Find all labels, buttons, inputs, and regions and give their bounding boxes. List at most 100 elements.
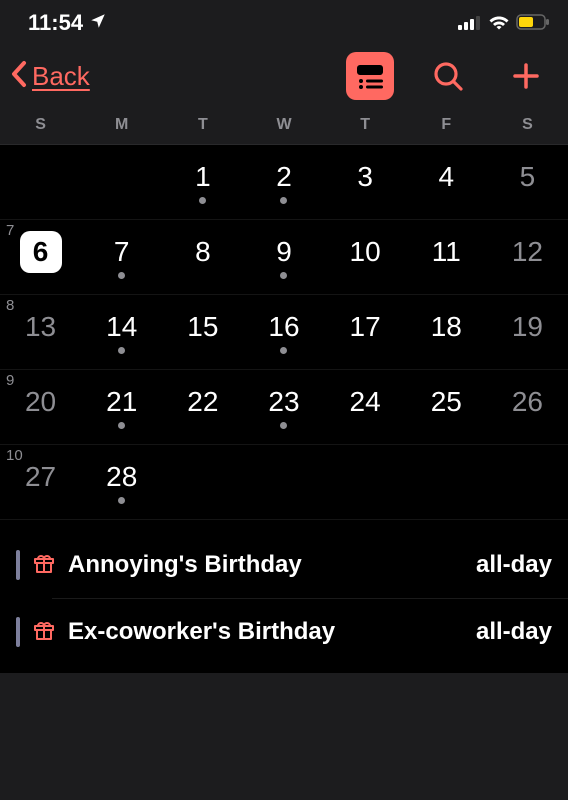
day-number: 13 — [25, 313, 56, 341]
weekday-label: T — [325, 116, 406, 134]
week-row: 813141516171819 — [0, 295, 568, 370]
weekday-label: T — [162, 116, 243, 134]
day-number: 9 — [276, 238, 292, 266]
event-item[interactable]: Annoying's Birthday all-day — [0, 532, 568, 598]
event-dot-icon — [280, 347, 287, 354]
day-cell[interactable]: 23 — [243, 370, 324, 444]
day-cell[interactable]: 15 — [162, 295, 243, 369]
wifi-icon — [488, 10, 510, 36]
cellular-icon — [458, 10, 482, 36]
day-number: 5 — [520, 163, 536, 191]
day-cell[interactable]: 12 — [487, 220, 568, 294]
week-row: 920212223242526 — [0, 370, 568, 445]
day-cell[interactable]: 21 — [81, 370, 162, 444]
add-button[interactable] — [502, 52, 550, 100]
week-row: 76789101112 — [0, 220, 568, 295]
weekday-label: M — [81, 116, 162, 134]
day-cell[interactable]: 24 — [325, 370, 406, 444]
day-cell[interactable]: 4 — [406, 145, 487, 219]
day-number: 20 — [25, 388, 56, 416]
event-dot-icon — [118, 422, 125, 429]
day-number: 11 — [432, 238, 461, 266]
day-cell[interactable]: 11 — [406, 220, 487, 294]
day-cell — [243, 445, 324, 519]
search-button[interactable] — [424, 52, 472, 100]
nav-right — [346, 52, 550, 100]
day-cell — [162, 445, 243, 519]
day-cell — [0, 145, 81, 219]
event-time: all-day — [476, 551, 552, 579]
event-time: all-day — [476, 618, 552, 646]
events-list: Annoying's Birthdayall-dayEx-coworker's … — [0, 524, 568, 673]
list-view-button[interactable] — [346, 52, 394, 100]
chevron-left-icon — [10, 59, 28, 94]
day-cell[interactable]: 3 — [325, 145, 406, 219]
back-button[interactable]: Back — [10, 59, 90, 94]
day-cell[interactable]: 17 — [325, 295, 406, 369]
day-number: 28 — [106, 463, 137, 491]
day-cell[interactable]: 1 — [162, 145, 243, 219]
day-cell[interactable]: 28 — [81, 445, 162, 519]
day-cell — [81, 145, 162, 219]
day-cell[interactable]: 16 — [243, 295, 324, 369]
status-right — [458, 10, 550, 36]
day-cell[interactable]: 14 — [81, 295, 162, 369]
weekday-label: S — [487, 116, 568, 134]
week-row: 1 2 3 4 5 — [0, 145, 568, 220]
week-row: 102728 — [0, 445, 568, 520]
back-label: Back — [32, 61, 90, 92]
day-number-today: 6 — [20, 231, 62, 273]
status-time: 11:54 — [28, 10, 83, 36]
gift-icon — [32, 551, 56, 580]
day-cell[interactable]: 26 — [487, 370, 568, 444]
gift-icon — [32, 618, 56, 647]
event-title: Annoying's Birthday — [68, 551, 464, 579]
day-cell — [487, 445, 568, 519]
weekday-label: S — [0, 116, 81, 134]
day-cell[interactable]: 7 — [81, 220, 162, 294]
weekday-header: S M T W T F S — [0, 110, 568, 145]
event-color-bar — [16, 617, 20, 647]
day-cell[interactable]: 6 — [0, 220, 81, 294]
event-dot-icon — [280, 197, 287, 204]
day-number: 1 — [195, 163, 211, 191]
day-number: 4 — [438, 163, 454, 191]
day-number: 25 — [431, 388, 462, 416]
day-cell[interactable]: 10 — [325, 220, 406, 294]
day-number: 27 — [25, 463, 56, 491]
day-cell — [406, 445, 487, 519]
day-number: 2 — [276, 163, 292, 191]
day-number: 23 — [268, 388, 299, 416]
day-cell[interactable]: 5 — [487, 145, 568, 219]
day-cell[interactable]: 9 — [243, 220, 324, 294]
day-cell[interactable]: 27 — [0, 445, 81, 519]
day-cell — [325, 445, 406, 519]
day-number: 12 — [512, 238, 543, 266]
day-cell[interactable]: 22 — [162, 370, 243, 444]
day-cell[interactable]: 2 — [243, 145, 324, 219]
weekday-label: F — [406, 116, 487, 134]
day-cell[interactable]: 18 — [406, 295, 487, 369]
day-number: 15 — [187, 313, 218, 341]
day-number: 14 — [106, 313, 137, 341]
weekday-label: W — [243, 116, 324, 134]
day-number: 10 — [350, 238, 381, 266]
event-item[interactable]: Ex-coworker's Birthday all-day — [0, 599, 568, 665]
day-number: 17 — [350, 313, 381, 341]
event-dot-icon — [118, 272, 125, 279]
day-cell[interactable]: 25 — [406, 370, 487, 444]
day-cell[interactable]: 8 — [162, 220, 243, 294]
day-number: 18 — [431, 313, 462, 341]
status-bar: 11:54 — [0, 0, 568, 42]
day-cell[interactable]: 13 — [0, 295, 81, 369]
event-dot-icon — [280, 422, 287, 429]
day-number: 19 — [512, 313, 543, 341]
day-number: 3 — [357, 163, 373, 191]
day-cell[interactable]: 19 — [487, 295, 568, 369]
day-cell[interactable]: 20 — [0, 370, 81, 444]
day-number: 24 — [350, 388, 381, 416]
event-dot-icon — [280, 272, 287, 279]
event-color-bar — [16, 550, 20, 580]
day-number: 26 — [512, 388, 543, 416]
event-title: Ex-coworker's Birthday — [68, 618, 464, 646]
